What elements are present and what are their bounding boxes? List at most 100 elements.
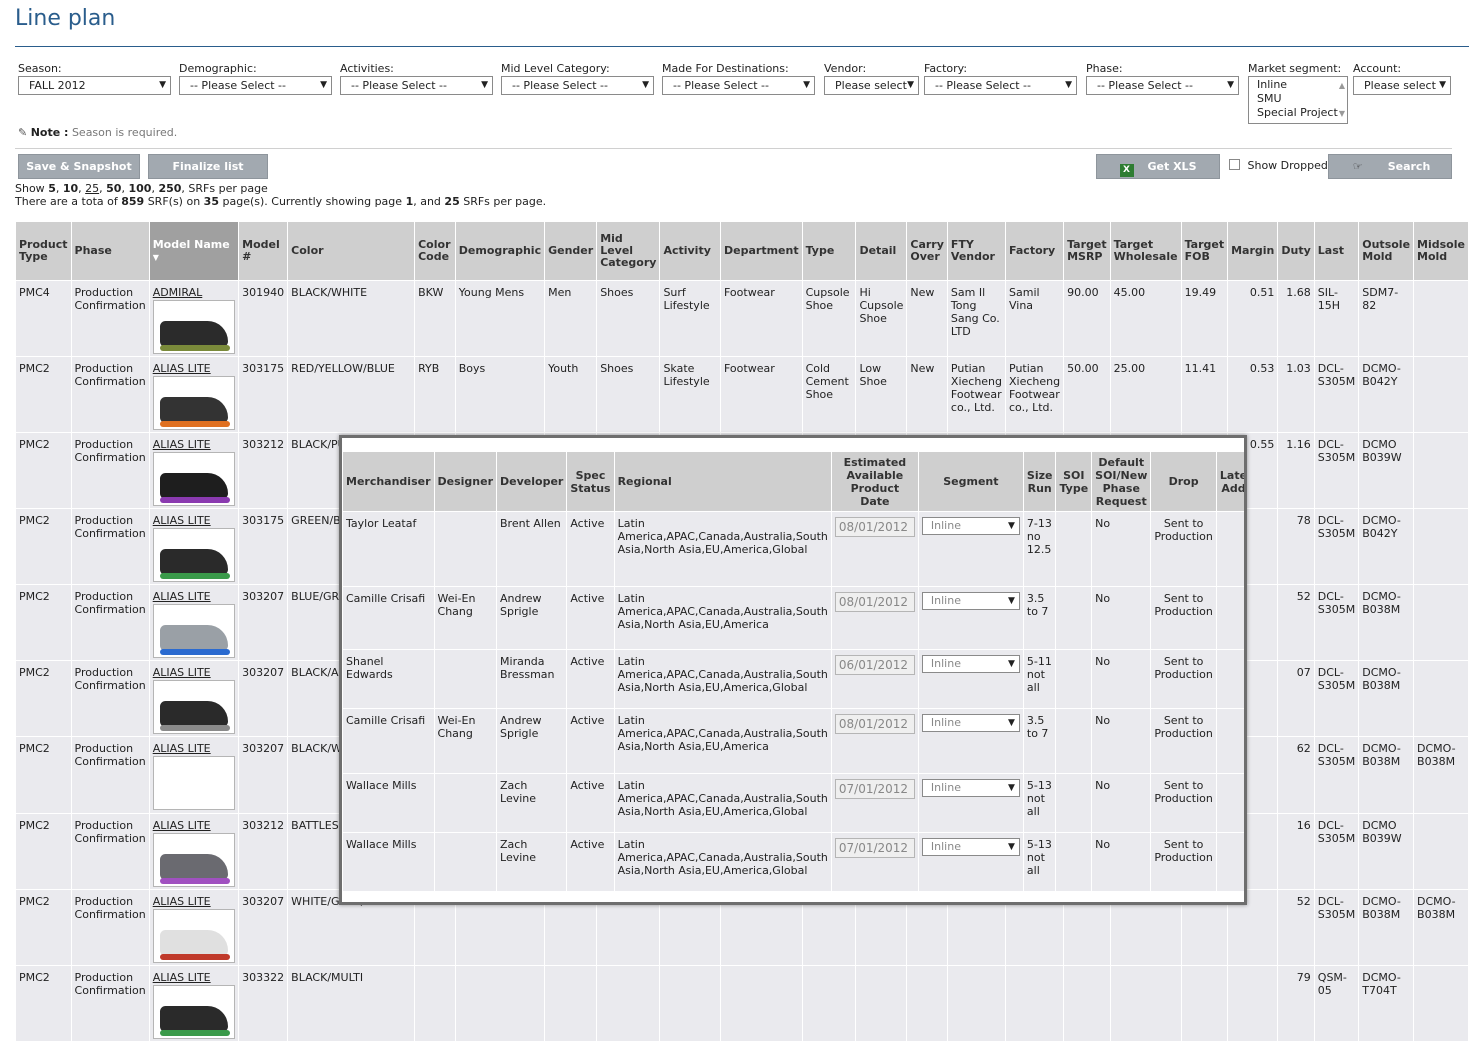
cell-duty: 1.03 <box>1277 356 1315 433</box>
product-date-input[interactable]: 08/01/2012 <box>834 592 915 612</box>
segment-select[interactable]: Inline ▼ <box>921 592 1020 610</box>
get-xls-button[interactable]: X Get XLS <box>1096 154 1220 179</box>
column-header[interactable]: Margin <box>1227 221 1279 281</box>
filter-select[interactable]: -- Please Select -- ▼ <box>340 76 493 95</box>
filter-select[interactable]: -- Please Select -- ▼ <box>662 76 815 95</box>
model-name-link[interactable]: ALIAS LITE <box>153 742 235 755</box>
filter-select[interactable]: -- Please Select -- ▼ <box>1086 76 1239 95</box>
product-thumbnail[interactable] <box>152 376 235 430</box>
column-header[interactable]: Target Wholesale <box>1109 221 1182 281</box>
page-size-link[interactable]: 50 <box>106 182 121 195</box>
product-date-input[interactable]: 06/01/2012 <box>834 655 915 675</box>
cell-model-num: 303212 <box>238 432 289 509</box>
model-name-link[interactable]: ALIAS LITE <box>153 514 235 527</box>
model-name-link[interactable]: ALIAS LITE <box>153 971 235 984</box>
product-thumbnail[interactable] <box>152 528 235 582</box>
market-segment-listbox[interactable]: Inline SMU Special Project ▲ ▼ <box>1248 76 1348 124</box>
column-header[interactable]: Phase <box>70 221 150 281</box>
column-header[interactable]: Color Code <box>414 221 456 281</box>
filter-select[interactable]: -- Please Select -- ▼ <box>501 76 654 95</box>
column-header[interactable]: Gender <box>544 221 598 281</box>
segment-select[interactable]: Inline ▼ <box>921 517 1020 535</box>
column-header[interactable]: Activity <box>659 221 721 281</box>
filter-select[interactable]: FALL 2012 ▼ <box>18 76 171 95</box>
market-segment-option[interactable]: Inline <box>1257 78 1347 92</box>
popup-cell-developer: Miranda Bressman <box>496 649 568 709</box>
scroll-up-icon[interactable]: ▲ <box>1339 79 1345 93</box>
column-header[interactable]: Product Type <box>15 221 72 281</box>
page-size-link[interactable]: 25 <box>85 182 99 195</box>
column-header[interactable]: Department <box>720 221 803 281</box>
model-name-link[interactable]: ALIAS LITE <box>153 895 235 908</box>
cell-model-name: ALIAS LITE <box>148 584 240 661</box>
model-name-link[interactable]: ALIAS LITE <box>153 590 235 603</box>
column-header[interactable]: Midsole Mold <box>1413 221 1469 281</box>
column-header[interactable]: Demographic <box>454 221 546 281</box>
column-header[interactable]: Type <box>801 221 857 281</box>
account-select[interactable]: Please select ▼ <box>1353 76 1451 95</box>
product-thumbnail[interactable] <box>152 985 235 1039</box>
market-segment-option[interactable]: Special Project <box>1257 106 1347 120</box>
chevron-down-icon: ▼ <box>1227 80 1234 90</box>
page-size-link[interactable]: 10 <box>63 182 78 195</box>
model-name-link[interactable]: ALIAS LITE <box>153 362 235 375</box>
page-size-link[interactable]: 250 <box>158 182 181 195</box>
column-header[interactable]: Detail <box>855 221 908 281</box>
cell-midsole <box>1413 432 1469 509</box>
product-date-input[interactable]: 08/01/2012 <box>834 517 915 537</box>
cell-model-num: 303322 <box>238 965 289 1042</box>
segment-select[interactable]: Inline ▼ <box>921 838 1020 856</box>
product-thumbnail[interactable] <box>152 909 235 963</box>
table-row[interactable]: PMC2 Production Confirmation ALIAS LITE 303… <box>15 965 1469 1042</box>
popup-cell-default-soi: No <box>1091 708 1152 774</box>
column-header[interactable]: FTY Vendor <box>946 221 1007 281</box>
save-snapshot-button[interactable]: Save & Snapshot <box>18 154 140 179</box>
column-header[interactable]: Model # <box>238 221 289 281</box>
show-dropped-checkbox[interactable] <box>1229 159 1240 170</box>
product-thumbnail[interactable] <box>152 604 235 658</box>
popup-cell-date: 06/01/2012 <box>830 649 919 709</box>
column-header[interactable]: Target MSRP <box>1063 221 1111 281</box>
column-header[interactable]: Color <box>287 221 416 281</box>
product-thumbnail[interactable] <box>152 452 235 506</box>
finalize-list-button[interactable]: Finalize list <box>148 154 268 179</box>
page-size-link[interactable]: 5 <box>48 182 56 195</box>
table-row[interactable]: PMC2 Production Confirmation ALIAS LITE 303… <box>15 356 1469 433</box>
page-size-link[interactable]: 100 <box>128 182 151 195</box>
product-thumbnail[interactable] <box>152 300 235 354</box>
cell-last: DCL-S305M <box>1313 813 1360 890</box>
filter-select[interactable]: Please select ▼ <box>824 76 919 95</box>
model-name-link[interactable]: ALIAS LITE <box>153 666 235 679</box>
popup-cell-date: 07/01/2012 <box>830 832 919 892</box>
segment-select[interactable]: Inline ▼ <box>921 655 1020 673</box>
column-header[interactable]: Outsole Mold <box>1358 221 1415 281</box>
model-name-link[interactable]: ALIAS LITE <box>153 819 235 832</box>
segment-select[interactable]: Inline ▼ <box>921 714 1020 732</box>
filter-select[interactable]: -- Please Select -- ▼ <box>924 76 1077 95</box>
search-label: Search <box>1387 160 1431 173</box>
cell-carry-over: New <box>906 356 948 433</box>
product-thumbnail[interactable] <box>152 680 235 734</box>
product-date-input[interactable]: 07/01/2012 <box>834 838 915 858</box>
model-name-link[interactable]: ALIAS LITE <box>153 438 235 451</box>
filter: Vendor: Please select ▼ <box>824 62 919 95</box>
segment-select[interactable]: Inline ▼ <box>921 779 1020 797</box>
column-header[interactable]: Last <box>1313 221 1360 281</box>
table-row[interactable]: PMC4 Production Confirmation ADMIRAL 301940… <box>15 280 1469 357</box>
product-date-input[interactable]: 08/01/2012 <box>834 714 915 734</box>
product-thumbnail[interactable] <box>152 833 235 887</box>
product-date-input[interactable]: 07/01/2012 <box>834 779 915 799</box>
column-header[interactable]: Factory <box>1004 221 1065 281</box>
column-header[interactable]: Model Name ▼ <box>148 221 240 281</box>
shoe-image <box>159 473 230 503</box>
model-name-link[interactable]: ADMIRAL <box>153 286 235 299</box>
market-segment-option[interactable]: SMU <box>1257 92 1347 106</box>
product-thumbnail[interactable] <box>152 756 235 810</box>
column-header[interactable]: Target FOB <box>1180 221 1229 281</box>
search-button[interactable]: ☞ Search <box>1328 154 1452 179</box>
scroll-down-icon[interactable]: ▼ <box>1339 107 1345 121</box>
column-header[interactable]: Duty <box>1277 221 1315 281</box>
column-header[interactable]: Mid Level Category <box>596 221 661 281</box>
filter-select[interactable]: -- Please Select -- ▼ <box>179 76 332 95</box>
column-header[interactable]: Carry Over <box>906 221 948 281</box>
